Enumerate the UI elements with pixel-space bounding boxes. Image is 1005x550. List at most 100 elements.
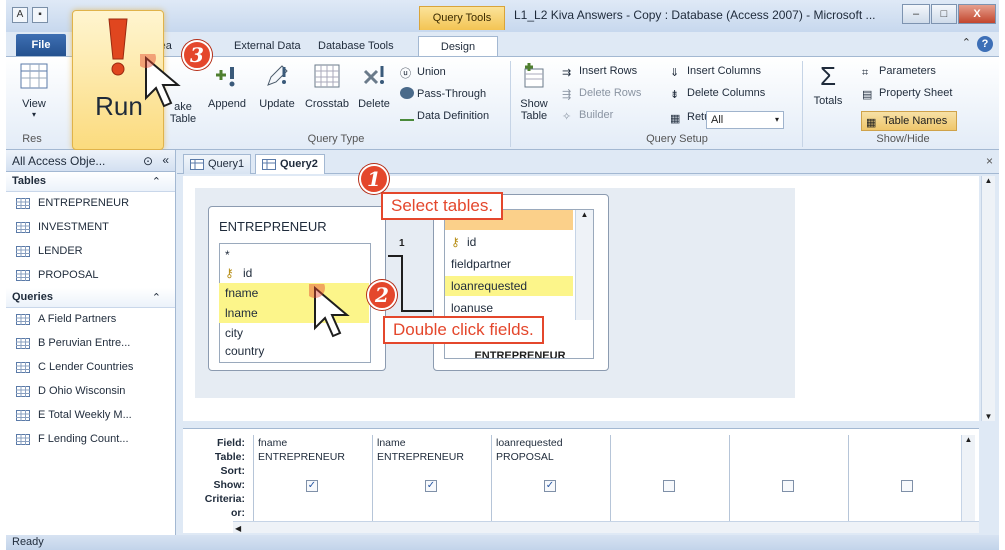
tab-query1[interactable]: Query1 bbox=[183, 154, 252, 174]
nav-table-item[interactable]: INVESTMENT bbox=[6, 216, 175, 240]
grid-sort-cell[interactable] bbox=[496, 465, 606, 477]
nav-table-item[interactable]: PROPOSAL bbox=[6, 264, 175, 288]
grid-criteria-cell[interactable] bbox=[496, 493, 606, 505]
view-button[interactable]: View ▾ bbox=[12, 61, 56, 119]
grid-or-cell[interactable] bbox=[615, 507, 725, 519]
file-tab[interactable]: File bbox=[16, 34, 66, 56]
field-list-scrollbar[interactable]: ▲ bbox=[575, 210, 593, 320]
show-checkbox[interactable]: ✓ bbox=[425, 480, 437, 492]
tab-design[interactable]: Design bbox=[418, 36, 498, 56]
grid-horizontal-scrollbar[interactable]: ◀ bbox=[233, 521, 979, 533]
grid-sort-cell[interactable] bbox=[258, 465, 368, 477]
parameters-button[interactable]: ⌗ Parameters bbox=[862, 65, 936, 79]
field-id[interactable]: ⚷ id bbox=[445, 232, 573, 252]
proposal-table-box[interactable]: * ⚷ id fieldpartner loanrequested loanuse… bbox=[433, 194, 609, 371]
field-star[interactable]: * bbox=[219, 245, 369, 265]
grid-column[interactable]: fname ENTREPRENEUR ✓ bbox=[253, 435, 371, 529]
field-loanrequested[interactable]: loanrequested bbox=[445, 276, 573, 296]
nav-query-item[interactable]: C Lender Countries bbox=[6, 356, 175, 380]
grid-criteria-cell[interactable] bbox=[258, 493, 368, 505]
tab-database-tools[interactable]: Database Tools bbox=[318, 36, 394, 56]
access-app-icon[interactable]: A bbox=[12, 7, 28, 23]
insert-columns-button[interactable]: ⇓ Insert Columns bbox=[670, 65, 761, 79]
nav-query-item[interactable]: B Peruvian Entre... bbox=[6, 332, 175, 356]
grid-column[interactable] bbox=[729, 435, 847, 529]
nav-query-item[interactable]: F Lending Count... bbox=[6, 428, 175, 452]
tables-section-header[interactable]: Tables ⌃ bbox=[6, 172, 175, 192]
show-checkbox[interactable] bbox=[663, 480, 675, 492]
grid-vertical-scrollbar[interactable]: ▲ ▼ bbox=[961, 435, 975, 529]
minimize-ribbon-icon[interactable]: ⌃ bbox=[962, 36, 971, 49]
grid-or-cell[interactable] bbox=[258, 507, 368, 519]
close-document-icon[interactable]: × bbox=[986, 154, 993, 168]
entrepreneur-table-box[interactable]: ENTREPRENEUR * ⚷ id fname lname city coun… bbox=[208, 206, 386, 371]
grid-sort-cell[interactable] bbox=[377, 465, 487, 477]
join-line[interactable] bbox=[386, 246, 434, 316]
grid-or-cell[interactable] bbox=[734, 507, 844, 519]
nav-query-item[interactable]: D Ohio Wisconsin bbox=[6, 380, 175, 404]
field-id[interactable]: ⚷ id bbox=[219, 263, 369, 283]
nav-table-item[interactable]: LENDER bbox=[6, 240, 175, 264]
close-button[interactable]: X bbox=[958, 4, 996, 24]
grid-column[interactable]: lname ENTREPRENEUR ✓ bbox=[372, 435, 490, 529]
tab-external-data[interactable]: External Data bbox=[234, 36, 301, 56]
field-country[interactable]: country bbox=[219, 341, 369, 361]
data-definition-button[interactable]: Data Definition bbox=[400, 109, 489, 122]
grid-or-cell[interactable] bbox=[853, 507, 963, 519]
grid-field-cell[interactable]: lname bbox=[377, 437, 406, 449]
canvas-vertical-scrollbar[interactable]: ▲ ▼ bbox=[981, 176, 995, 421]
nav-header[interactable]: All Access Obje... ⊙ « bbox=[6, 150, 175, 172]
grid-criteria-cell[interactable] bbox=[377, 493, 487, 505]
grid-column[interactable] bbox=[848, 435, 966, 529]
grid-criteria-cell[interactable] bbox=[615, 493, 725, 505]
append-button[interactable]: Append bbox=[204, 61, 250, 110]
grid-sort-cell[interactable] bbox=[734, 465, 844, 477]
grid-sort-cell[interactable] bbox=[853, 465, 963, 477]
union-button[interactable]: ⓤ Union bbox=[400, 65, 446, 80]
crosstab-button[interactable]: Crosstab bbox=[302, 61, 352, 110]
update-button[interactable]: Update bbox=[254, 61, 300, 110]
show-checkbox[interactable] bbox=[901, 480, 913, 492]
nav-table-item[interactable]: ENTREPRENEUR bbox=[6, 192, 175, 216]
insert-rows-button[interactable]: ⇉ Insert Rows bbox=[562, 65, 637, 79]
field-fieldpartner[interactable]: fieldpartner bbox=[445, 254, 573, 274]
table-names-button[interactable]: ▦ Table Names bbox=[861, 111, 957, 131]
show-table-button[interactable]: Show Table bbox=[514, 61, 554, 122]
maximize-button[interactable]: □ bbox=[931, 4, 957, 24]
grid-table-cell[interactable]: ENTREPRENEUR bbox=[258, 451, 345, 463]
grid-field-cell[interactable]: fname bbox=[258, 437, 287, 449]
grid-field-cell[interactable]: loanrequested bbox=[496, 437, 563, 449]
field-loanuse[interactable]: loanuse bbox=[445, 298, 573, 318]
grid-sort-cell[interactable] bbox=[615, 465, 725, 477]
grid-or-cell[interactable] bbox=[377, 507, 487, 519]
nav-query-item[interactable]: A Field Partners bbox=[6, 308, 175, 332]
delete-columns-button[interactable]: ⇟ Delete Columns bbox=[670, 87, 765, 101]
property-sheet-button[interactable]: ▤ Property Sheet bbox=[862, 87, 952, 101]
builder-button[interactable]: ✧ Builder bbox=[562, 109, 613, 123]
nav-query-item[interactable]: E Total Weekly M... bbox=[6, 404, 175, 428]
grid-or-cell[interactable] bbox=[496, 507, 606, 519]
join-one-label: 1 bbox=[399, 238, 405, 249]
grid-table-cell[interactable]: PROPOSAL bbox=[496, 451, 554, 463]
collapse-pane-icon[interactable]: « bbox=[162, 153, 169, 167]
help-icon[interactable]: ? bbox=[977, 36, 993, 52]
grid-table-cell[interactable]: ENTREPRENEUR bbox=[377, 451, 464, 463]
tab-query2[interactable]: Query2 bbox=[255, 154, 325, 174]
nav-dropdown-icon[interactable]: ⊙ bbox=[143, 154, 153, 168]
grid-column[interactable] bbox=[610, 435, 728, 529]
pass-through-button[interactable]: Pass-Through bbox=[400, 87, 486, 100]
minimize-button[interactable]: – bbox=[902, 4, 930, 24]
grid-criteria-cell[interactable] bbox=[853, 493, 963, 505]
show-checkbox[interactable]: ✓ bbox=[306, 480, 318, 492]
queries-section-header[interactable]: Queries ⌃ bbox=[6, 288, 175, 308]
delete-rows-button[interactable]: ⇶ Delete Rows bbox=[562, 87, 641, 101]
delete-button[interactable]: Delete bbox=[354, 61, 394, 110]
show-checkbox[interactable]: ✓ bbox=[544, 480, 556, 492]
grid-column[interactable]: loanrequested PROPOSAL ✓ bbox=[491, 435, 609, 529]
query-design-canvas[interactable]: ENTREPRENEUR * ⚷ id fname lname city coun… bbox=[183, 164, 979, 421]
show-checkbox[interactable] bbox=[782, 480, 794, 492]
return-dropdown[interactable]: All ▾ bbox=[706, 111, 784, 129]
save-icon[interactable]: ▪ bbox=[32, 7, 48, 23]
totals-button[interactable]: Σ Totals bbox=[808, 61, 848, 107]
grid-criteria-cell[interactable] bbox=[734, 493, 844, 505]
